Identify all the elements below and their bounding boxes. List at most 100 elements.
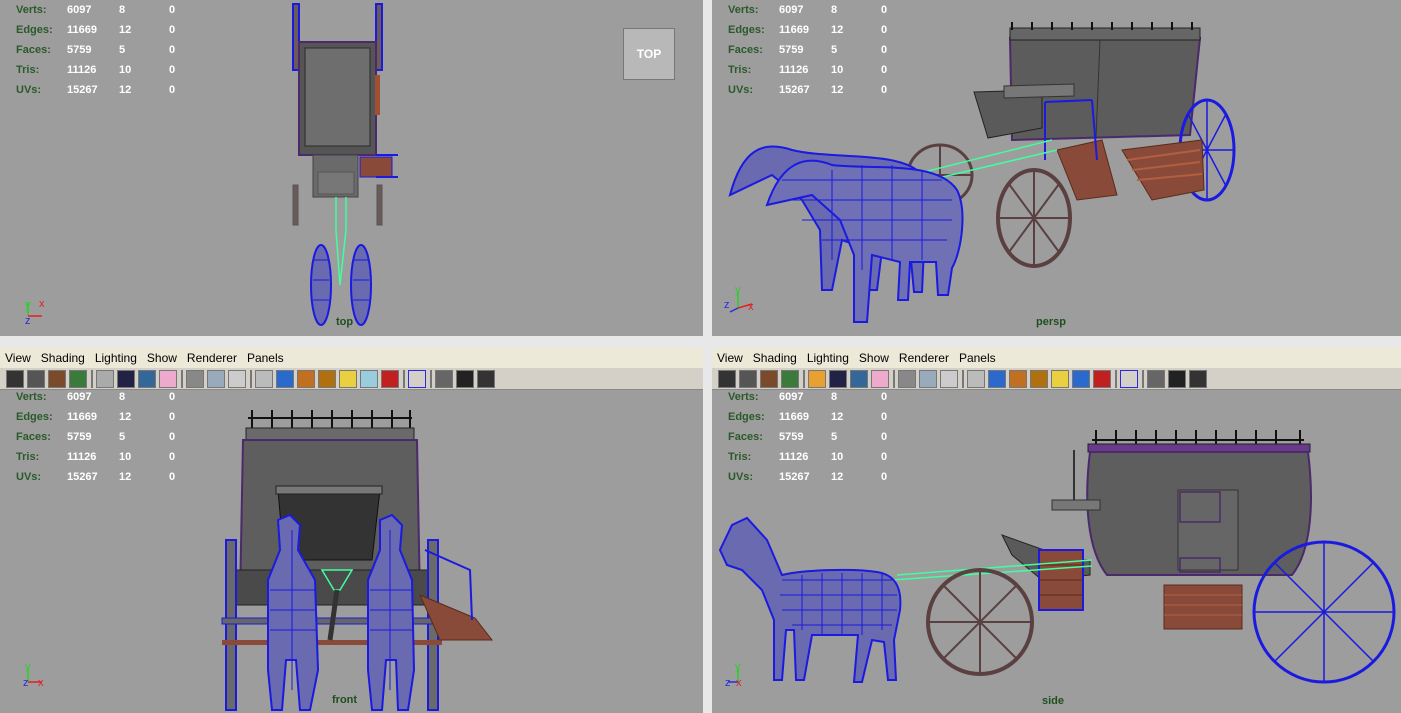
axis-z-label: z — [724, 299, 730, 311]
safe-title-icon[interactable] — [940, 369, 958, 388]
menu-lighting[interactable]: Lighting — [802, 351, 854, 365]
film-gate-icon[interactable] — [117, 369, 135, 388]
panel-front: View Shading Lighting Show Renderer Pane… — [0, 348, 703, 713]
wireframe-icon[interactable] — [967, 369, 985, 388]
menu-renderer[interactable]: Renderer — [182, 351, 242, 365]
toolbar-separator — [403, 369, 405, 388]
menu-shading[interactable]: Shading — [748, 351, 802, 365]
hud-icon[interactable] — [477, 369, 495, 388]
gate-mask-icon[interactable] — [871, 369, 889, 388]
pane-divider-horizontal[interactable] — [0, 336, 1401, 348]
axis-x-label: x — [748, 301, 754, 313]
axis-y-label: y — [735, 284, 741, 296]
bounding-box-icon[interactable] — [318, 369, 336, 388]
viewport-top[interactable]: Verts: 6097 8 0 Edges: 11669 12 0 Faces: 5759 5 0… — [0, 0, 703, 336]
toolbar-separator — [91, 369, 93, 388]
field-chart-icon[interactable] — [186, 369, 204, 388]
axis-x-label: x — [39, 298, 45, 310]
panel-toolbar — [0, 368, 703, 390]
flat-shade-icon[interactable] — [297, 369, 315, 388]
viewport-front[interactable]: Verts: 6097 8 0 Edges: 11669 12 0 Faces: 5759 5 0… — [0, 390, 703, 713]
smooth-shade-icon[interactable] — [276, 369, 294, 388]
textures-icon[interactable] — [360, 369, 378, 388]
select-camera-icon[interactable] — [718, 369, 736, 388]
panel-side: View Shading Lighting Show Renderer Pane… — [712, 348, 1401, 713]
axis-gizmo: y z x — [725, 661, 742, 689]
textures-icon[interactable] — [1072, 369, 1090, 388]
menu-panels[interactable]: Panels — [954, 351, 1001, 365]
bookmarks-icon[interactable] — [760, 369, 778, 388]
camera-label: side — [1042, 695, 1065, 707]
shadows-icon[interactable] — [381, 369, 399, 388]
grid-icon[interactable] — [96, 369, 114, 388]
film-gate-icon[interactable] — [829, 369, 847, 388]
side-view-model[interactable] — [712, 390, 1401, 713]
default-lighting-icon[interactable] — [339, 369, 357, 388]
panel-toolbar — [712, 368, 1401, 390]
wireframe-on-shaded-icon[interactable] — [456, 369, 474, 388]
menu-show[interactable]: Show — [142, 351, 182, 365]
pane-divider-vertical[interactable] — [703, 0, 712, 713]
camera-label: front — [332, 694, 358, 706]
bookmarks-icon[interactable] — [48, 369, 66, 388]
toolbar-separator — [430, 369, 432, 388]
isolate-select-icon[interactable] — [408, 369, 426, 388]
toolbar-separator — [803, 369, 805, 388]
menu-show[interactable]: Show — [854, 351, 894, 365]
isolate-select-icon[interactable] — [1120, 369, 1138, 388]
panel-menubar: View Shading Lighting Show Renderer Pane… — [0, 348, 703, 368]
select-camera-icon[interactable] — [6, 369, 24, 388]
resolution-gate-icon[interactable] — [138, 369, 156, 388]
viewport-persp[interactable]: Verts: 6097 8 0 Edges: 11669 12 0 Faces: 5759 5 0… — [712, 0, 1401, 336]
toolbar-separator — [1142, 369, 1144, 388]
panel-menubar: View Shading Lighting Show Renderer Pane… — [712, 348, 1401, 368]
toolbar-separator — [181, 369, 183, 388]
wireframe-icon[interactable] — [255, 369, 273, 388]
axis-y-label: y — [25, 661, 31, 673]
bounding-box-icon[interactable] — [1030, 369, 1048, 388]
axis-x-label: x — [38, 677, 44, 689]
axis-x-label: x — [736, 677, 742, 689]
grid-icon[interactable] — [808, 369, 826, 388]
axis-z-label: z — [25, 315, 31, 326]
toolbar-separator — [962, 369, 964, 388]
camera-attributes-icon[interactable] — [27, 369, 45, 388]
menu-lighting[interactable]: Lighting — [90, 351, 142, 365]
persp-view-model[interactable] — [712, 0, 1401, 336]
axis-y-label: y — [735, 661, 741, 673]
viewcube[interactable]: TOP — [623, 28, 675, 80]
front-view-model[interactable] — [0, 390, 703, 713]
menu-panels[interactable]: Panels — [242, 351, 289, 365]
image-plane-icon[interactable] — [69, 369, 87, 388]
shadows-icon[interactable] — [1093, 369, 1111, 388]
safe-title-icon[interactable] — [228, 369, 246, 388]
axis-z-label: z — [725, 677, 731, 689]
xray-icon[interactable] — [435, 369, 453, 388]
viewport-side[interactable]: Verts: 6097 8 0 Edges: 11669 12 0 Faces: 5759 5 0… — [712, 390, 1401, 713]
xray-icon[interactable] — [1147, 369, 1165, 388]
camera-label: top — [336, 316, 354, 328]
safe-action-icon[interactable] — [919, 369, 937, 388]
camera-attributes-icon[interactable] — [739, 369, 757, 388]
toolbar-separator — [893, 369, 895, 388]
toolbar-separator — [1115, 369, 1117, 388]
toolbar-separator — [250, 369, 252, 388]
safe-action-icon[interactable] — [207, 369, 225, 388]
smooth-shade-icon[interactable] — [988, 369, 1006, 388]
axis-gizmo: y x z — [25, 298, 45, 326]
wireframe-on-shaded-icon[interactable] — [1168, 369, 1186, 388]
menu-view[interactable]: View — [0, 351, 36, 365]
resolution-gate-icon[interactable] — [850, 369, 868, 388]
menu-view[interactable]: View — [712, 351, 748, 365]
camera-label: persp — [1036, 316, 1066, 328]
axis-gizmo: y x z — [23, 661, 44, 689]
top-view-model[interactable] — [0, 0, 703, 336]
default-lighting-icon[interactable] — [1051, 369, 1069, 388]
flat-shade-icon[interactable] — [1009, 369, 1027, 388]
menu-renderer[interactable]: Renderer — [894, 351, 954, 365]
hud-icon[interactable] — [1189, 369, 1207, 388]
image-plane-icon[interactable] — [781, 369, 799, 388]
gate-mask-icon[interactable] — [159, 369, 177, 388]
field-chart-icon[interactable] — [898, 369, 916, 388]
menu-shading[interactable]: Shading — [36, 351, 90, 365]
